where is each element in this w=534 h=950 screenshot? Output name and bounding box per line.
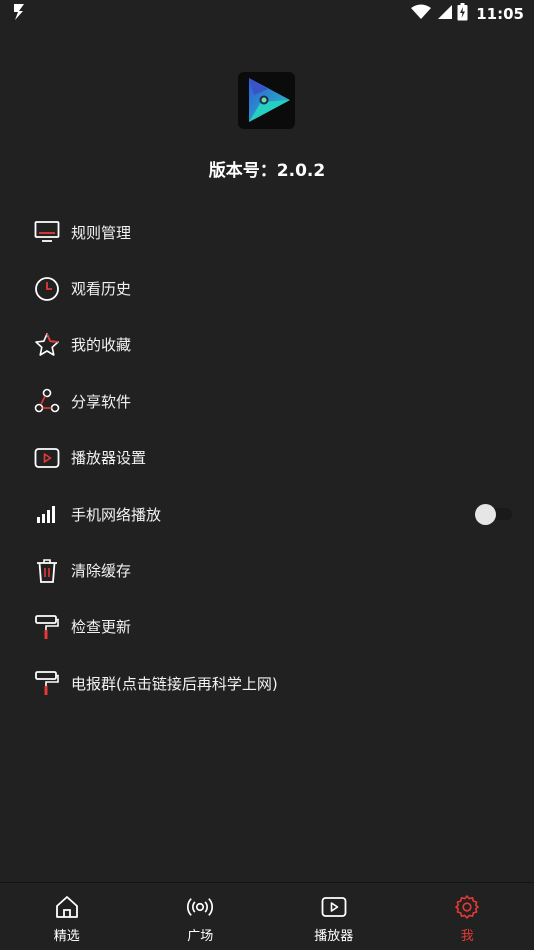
menu-item-label: 清除缓存 bbox=[71, 562, 132, 581]
menu-item-label: 我的收藏 bbox=[71, 336, 132, 355]
status-time: 11:05 bbox=[476, 5, 524, 23]
cell-signal-icon bbox=[436, 4, 453, 24]
battery-icon bbox=[457, 3, 468, 25]
menu-item-player-settings[interactable]: 播放器设置 bbox=[0, 430, 534, 486]
nav-label: 播放器 bbox=[314, 929, 354, 944]
app-notification-icon bbox=[12, 3, 26, 25]
broadcast-icon bbox=[187, 894, 214, 920]
nav-tab-player[interactable]: 播放器 bbox=[267, 883, 401, 950]
play-box-icon bbox=[33, 444, 61, 472]
menu-item-favorites[interactable]: 我的收藏 bbox=[0, 317, 534, 373]
menu-item-check-update[interactable]: 检查更新 bbox=[0, 599, 534, 655]
toggle-knob bbox=[475, 504, 496, 526]
menu-item-label: 手机网络播放 bbox=[71, 505, 162, 524]
nav-label: 我 bbox=[460, 929, 474, 944]
trash-icon bbox=[33, 557, 61, 585]
paint-roller-icon bbox=[33, 613, 61, 641]
menu-item-label: 观看历史 bbox=[71, 280, 132, 299]
menu-item-label: 播放器设置 bbox=[71, 449, 147, 468]
app-logo bbox=[238, 72, 295, 129]
share-icon bbox=[33, 387, 61, 415]
menu-item-telegram-group[interactable]: 电报群(点击链接后再科学上网) bbox=[0, 655, 534, 711]
settings-menu: 规则管理 观看历史 我的收藏 分享软件 播放器设置 手机网络播放 清除缓存 检查… bbox=[0, 204, 534, 712]
nav-tab-me[interactable]: 我 bbox=[401, 883, 534, 950]
menu-item-rules[interactable]: 规则管理 bbox=[0, 204, 534, 260]
gear-icon bbox=[454, 894, 480, 920]
menu-item-clear-cache[interactable]: 清除缓存 bbox=[0, 542, 534, 598]
menu-item-label: 检查更新 bbox=[71, 618, 132, 637]
version-label: 版本号：2.0.2 bbox=[208, 161, 326, 181]
menu-item-label: 规则管理 bbox=[71, 223, 132, 242]
status-bar: 11:05 bbox=[0, 0, 534, 28]
nav-label: 广场 bbox=[187, 929, 214, 944]
menu-item-mobile-network-play[interactable]: 手机网络播放 bbox=[0, 486, 534, 542]
nav-tab-featured[interactable]: 精选 bbox=[0, 883, 134, 950]
menu-item-label: 电报群(点击链接后再科学上网) bbox=[71, 674, 278, 693]
monitor-icon bbox=[33, 218, 61, 246]
wifi-icon bbox=[411, 4, 432, 24]
menu-item-history[interactable]: 观看历史 bbox=[0, 260, 534, 316]
star-icon bbox=[33, 331, 61, 359]
signal-icon bbox=[33, 500, 61, 528]
bottom-nav: 精选 广场 播放器 我 bbox=[0, 882, 534, 950]
menu-item-share[interactable]: 分享软件 bbox=[0, 373, 534, 429]
home-icon bbox=[54, 894, 80, 920]
clock-icon bbox=[33, 275, 61, 303]
nav-tab-square[interactable]: 广场 bbox=[134, 883, 268, 950]
mobile-network-toggle[interactable] bbox=[474, 504, 514, 526]
nav-label: 精选 bbox=[53, 929, 80, 944]
menu-item-label: 分享软件 bbox=[71, 392, 132, 411]
paint-roller-icon bbox=[33, 669, 61, 697]
play-box-icon bbox=[321, 894, 347, 920]
